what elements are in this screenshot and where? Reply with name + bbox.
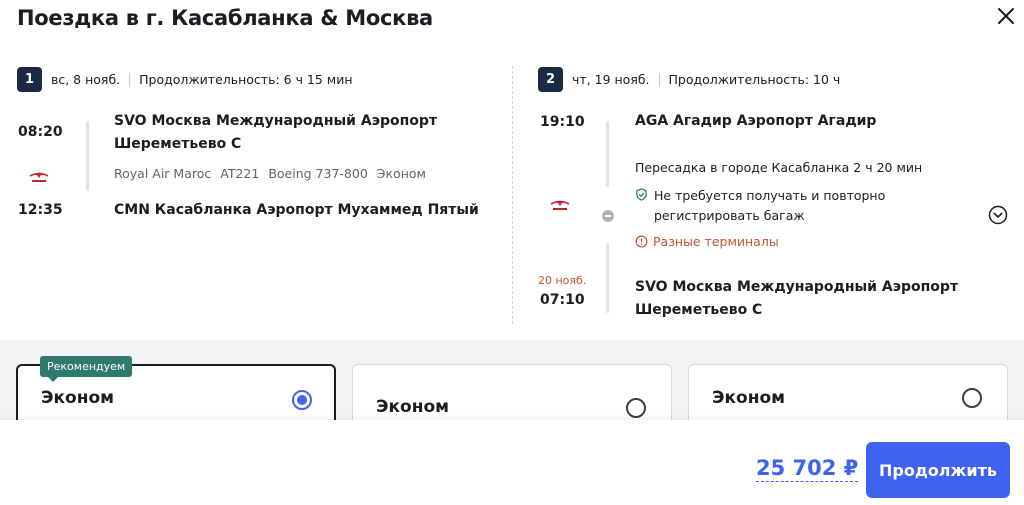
separator (658, 72, 660, 87)
shield-check-icon (636, 188, 647, 201)
warning-icon (635, 235, 648, 248)
airline-name: Royal Air Maroc (114, 166, 212, 181)
royal-air-maroc-logo-icon (29, 172, 49, 182)
segment-2-arrival-airport-line1: SVO Москва Международный Аэропорт (635, 279, 959, 295)
segment-1-arrival-airport: CMN Касабланка Аэропорт Мухаммед Пятый (114, 202, 479, 218)
transfer-icon (602, 210, 614, 222)
segment-2-arrival-time: 07:10 (540, 292, 585, 308)
segment-1-date: вс, 8 нояб. (51, 72, 121, 87)
total-price[interactable]: 25 702 ₽ (756, 456, 859, 482)
fare-name: Эконом (376, 397, 450, 417)
chevron-down-icon[interactable] (988, 205, 1008, 225)
segment-2-arrival-airport: SVO Москва Международный Аэропорт Шереме… (635, 276, 958, 322)
fare-card-2[interactable]: Эконом (352, 364, 672, 420)
flight-number: AT221 (220, 166, 260, 181)
segment-1-departure-airport-line2: Шереметьево С (114, 136, 242, 152)
segment-2-header: 2 чт, 19 нояб. Продолжительность: 10 ч (538, 67, 840, 92)
segment-1-route-line (86, 121, 89, 191)
segment-2-route-line-bottom (606, 243, 609, 313)
continue-button[interactable]: Продолжить (866, 442, 1010, 498)
segment-1-departure-time: 08:20 (18, 124, 63, 140)
segment-1-arrival-time: 12:35 (18, 202, 63, 218)
fare-radio-1[interactable] (292, 390, 312, 410)
fare-radio-2[interactable] (626, 398, 646, 418)
fare-name: Эконом (712, 388, 786, 408)
recommended-badge: Рекомендуем (40, 356, 133, 382)
segment-1-header: 1 вс, 8 нояб. Продолжительность: 6 ч 15 … (17, 67, 353, 92)
segment-1-number: 1 (17, 67, 42, 92)
segment-2-departure-airport: AGA Агадир Аэропорт Агадир (635, 113, 877, 129)
segment-2-duration: Продолжительность: 10 ч (668, 72, 841, 87)
transfer-info: Пересадка в городе Касабланка 2 ч 20 мин (635, 160, 923, 175)
aircraft-type: Boeing 737-800 (268, 166, 368, 181)
segment-2-date: чт, 19 нояб. (572, 72, 650, 87)
segment-2-departure-time: 19:10 (540, 114, 585, 130)
terminals-warning: Разные терминалы (635, 234, 779, 249)
fare-name: Эконом (41, 388, 115, 408)
segment-1-departure-airport-line1: SVO Москва Международный Аэропорт (114, 113, 438, 129)
close-icon[interactable] (994, 4, 1018, 28)
separator (129, 72, 131, 87)
fare-card-3[interactable]: Эконом (688, 364, 1008, 420)
segment-1-departure-airport: SVO Москва Международный Аэропорт Шереме… (114, 110, 437, 156)
segment-2-number: 2 (538, 67, 563, 92)
segment-divider (512, 66, 513, 324)
segment-2-arrival-date: 20 нояб. (538, 274, 587, 287)
segment-2-route-line-top (606, 121, 609, 187)
page-title: Поездка в г. Касабланка & Москва (17, 6, 433, 30)
terminals-warning-text: Разные терминалы (653, 234, 779, 249)
cabin-class: Эконом (376, 166, 426, 181)
baggage-info-line2: регистрировать багаж (654, 208, 805, 223)
royal-air-maroc-logo-icon (550, 200, 570, 210)
segment-2-arrival-airport-line2: Шереметьево С (635, 302, 763, 318)
baggage-info: Не требуется получать и повторно регистр… (654, 186, 885, 226)
segment-1-flight-details: Royal Air Maroc AT221 Boeing 737-800 Эко… (114, 166, 426, 181)
fare-radio-3[interactable] (962, 388, 982, 408)
fare-options: Эконом Эконом Эконом (0, 340, 1024, 420)
footer-bar: 25 702 ₽ Продолжить (0, 420, 1024, 505)
baggage-info-line1: Не требуется получать и повторно (654, 188, 886, 203)
segment-1-duration: Продолжительность: 6 ч 15 мин (139, 72, 353, 87)
